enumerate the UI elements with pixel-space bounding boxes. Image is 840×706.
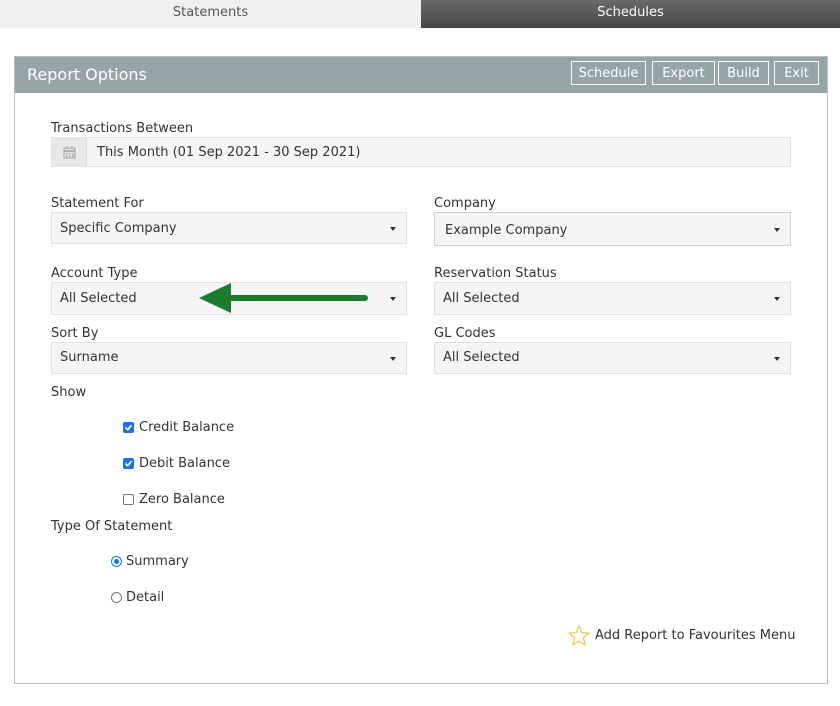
company-value: Example Company	[445, 223, 568, 238]
chevron-down-icon	[390, 357, 396, 361]
credit-balance-label[interactable]: Credit Balance	[139, 420, 234, 435]
debit-balance-label[interactable]: Debit Balance	[139, 456, 230, 471]
sort-by-value: Surname	[60, 350, 119, 365]
summary-label[interactable]: Summary	[126, 554, 189, 569]
reservation-status-label: Reservation Status	[434, 266, 557, 281]
tab-schedules[interactable]: Schedules	[421, 0, 840, 28]
sort-by-label: Sort By	[51, 326, 99, 341]
company-select[interactable]: Example Company	[434, 212, 791, 246]
credit-balance-checkbox[interactable]	[123, 422, 134, 433]
chevron-down-icon	[774, 228, 780, 232]
zero-balance-checkbox[interactable]	[123, 494, 134, 505]
account-type-value: All Selected	[60, 291, 137, 306]
detail-label[interactable]: Detail	[126, 590, 164, 605]
export-button[interactable]: Export	[652, 61, 715, 85]
panel-header: Report Options Schedule Export Build Exi…	[15, 57, 827, 93]
statement-for-select[interactable]: Specific Company	[51, 212, 407, 244]
summary-radio[interactable]	[111, 556, 122, 567]
date-range-value: This Month (01 Sep 2021 - 30 Sep 2021)	[97, 145, 361, 160]
chevron-down-icon	[774, 297, 780, 301]
gl-codes-label: GL Codes	[434, 326, 496, 341]
add-to-favourites-link[interactable]: Add Report to Favourites Menu	[595, 628, 796, 643]
reservation-status-select[interactable]: All Selected	[434, 282, 791, 315]
green-arrow-pointer-icon	[199, 283, 368, 313]
build-button[interactable]: Build	[718, 61, 769, 85]
panel-title: Report Options	[27, 65, 147, 84]
chevron-down-icon	[390, 227, 396, 231]
date-range-field[interactable]: This Month (01 Sep 2021 - 30 Sep 2021)	[51, 137, 791, 167]
reservation-status-value: All Selected	[443, 291, 520, 306]
statement-for-value: Specific Company	[60, 221, 177, 236]
tab-statements[interactable]: Statements	[0, 0, 421, 28]
sort-by-select[interactable]: Surname	[51, 342, 407, 374]
account-type-label: Account Type	[51, 266, 138, 281]
schedule-button[interactable]: Schedule	[571, 61, 646, 85]
exit-button[interactable]: Exit	[774, 61, 819, 85]
star-outline-icon[interactable]	[567, 624, 591, 648]
zero-balance-label[interactable]: Zero Balance	[139, 492, 225, 507]
statement-for-label: Statement For	[51, 196, 144, 211]
type-of-statement-label: Type Of Statement	[51, 519, 173, 534]
gl-codes-value: All Selected	[443, 350, 520, 365]
chevron-down-icon	[774, 357, 780, 361]
gl-codes-select[interactable]: All Selected	[434, 342, 791, 374]
chevron-down-icon	[390, 297, 396, 301]
company-label: Company	[434, 196, 496, 211]
transactions-between-label: Transactions Between	[51, 121, 194, 136]
show-label: Show	[51, 385, 87, 400]
tab-bar: Statements Schedules	[0, 0, 840, 28]
calendar-icon[interactable]	[52, 138, 87, 166]
detail-radio[interactable]	[111, 592, 122, 603]
debit-balance-checkbox[interactable]	[123, 458, 134, 469]
